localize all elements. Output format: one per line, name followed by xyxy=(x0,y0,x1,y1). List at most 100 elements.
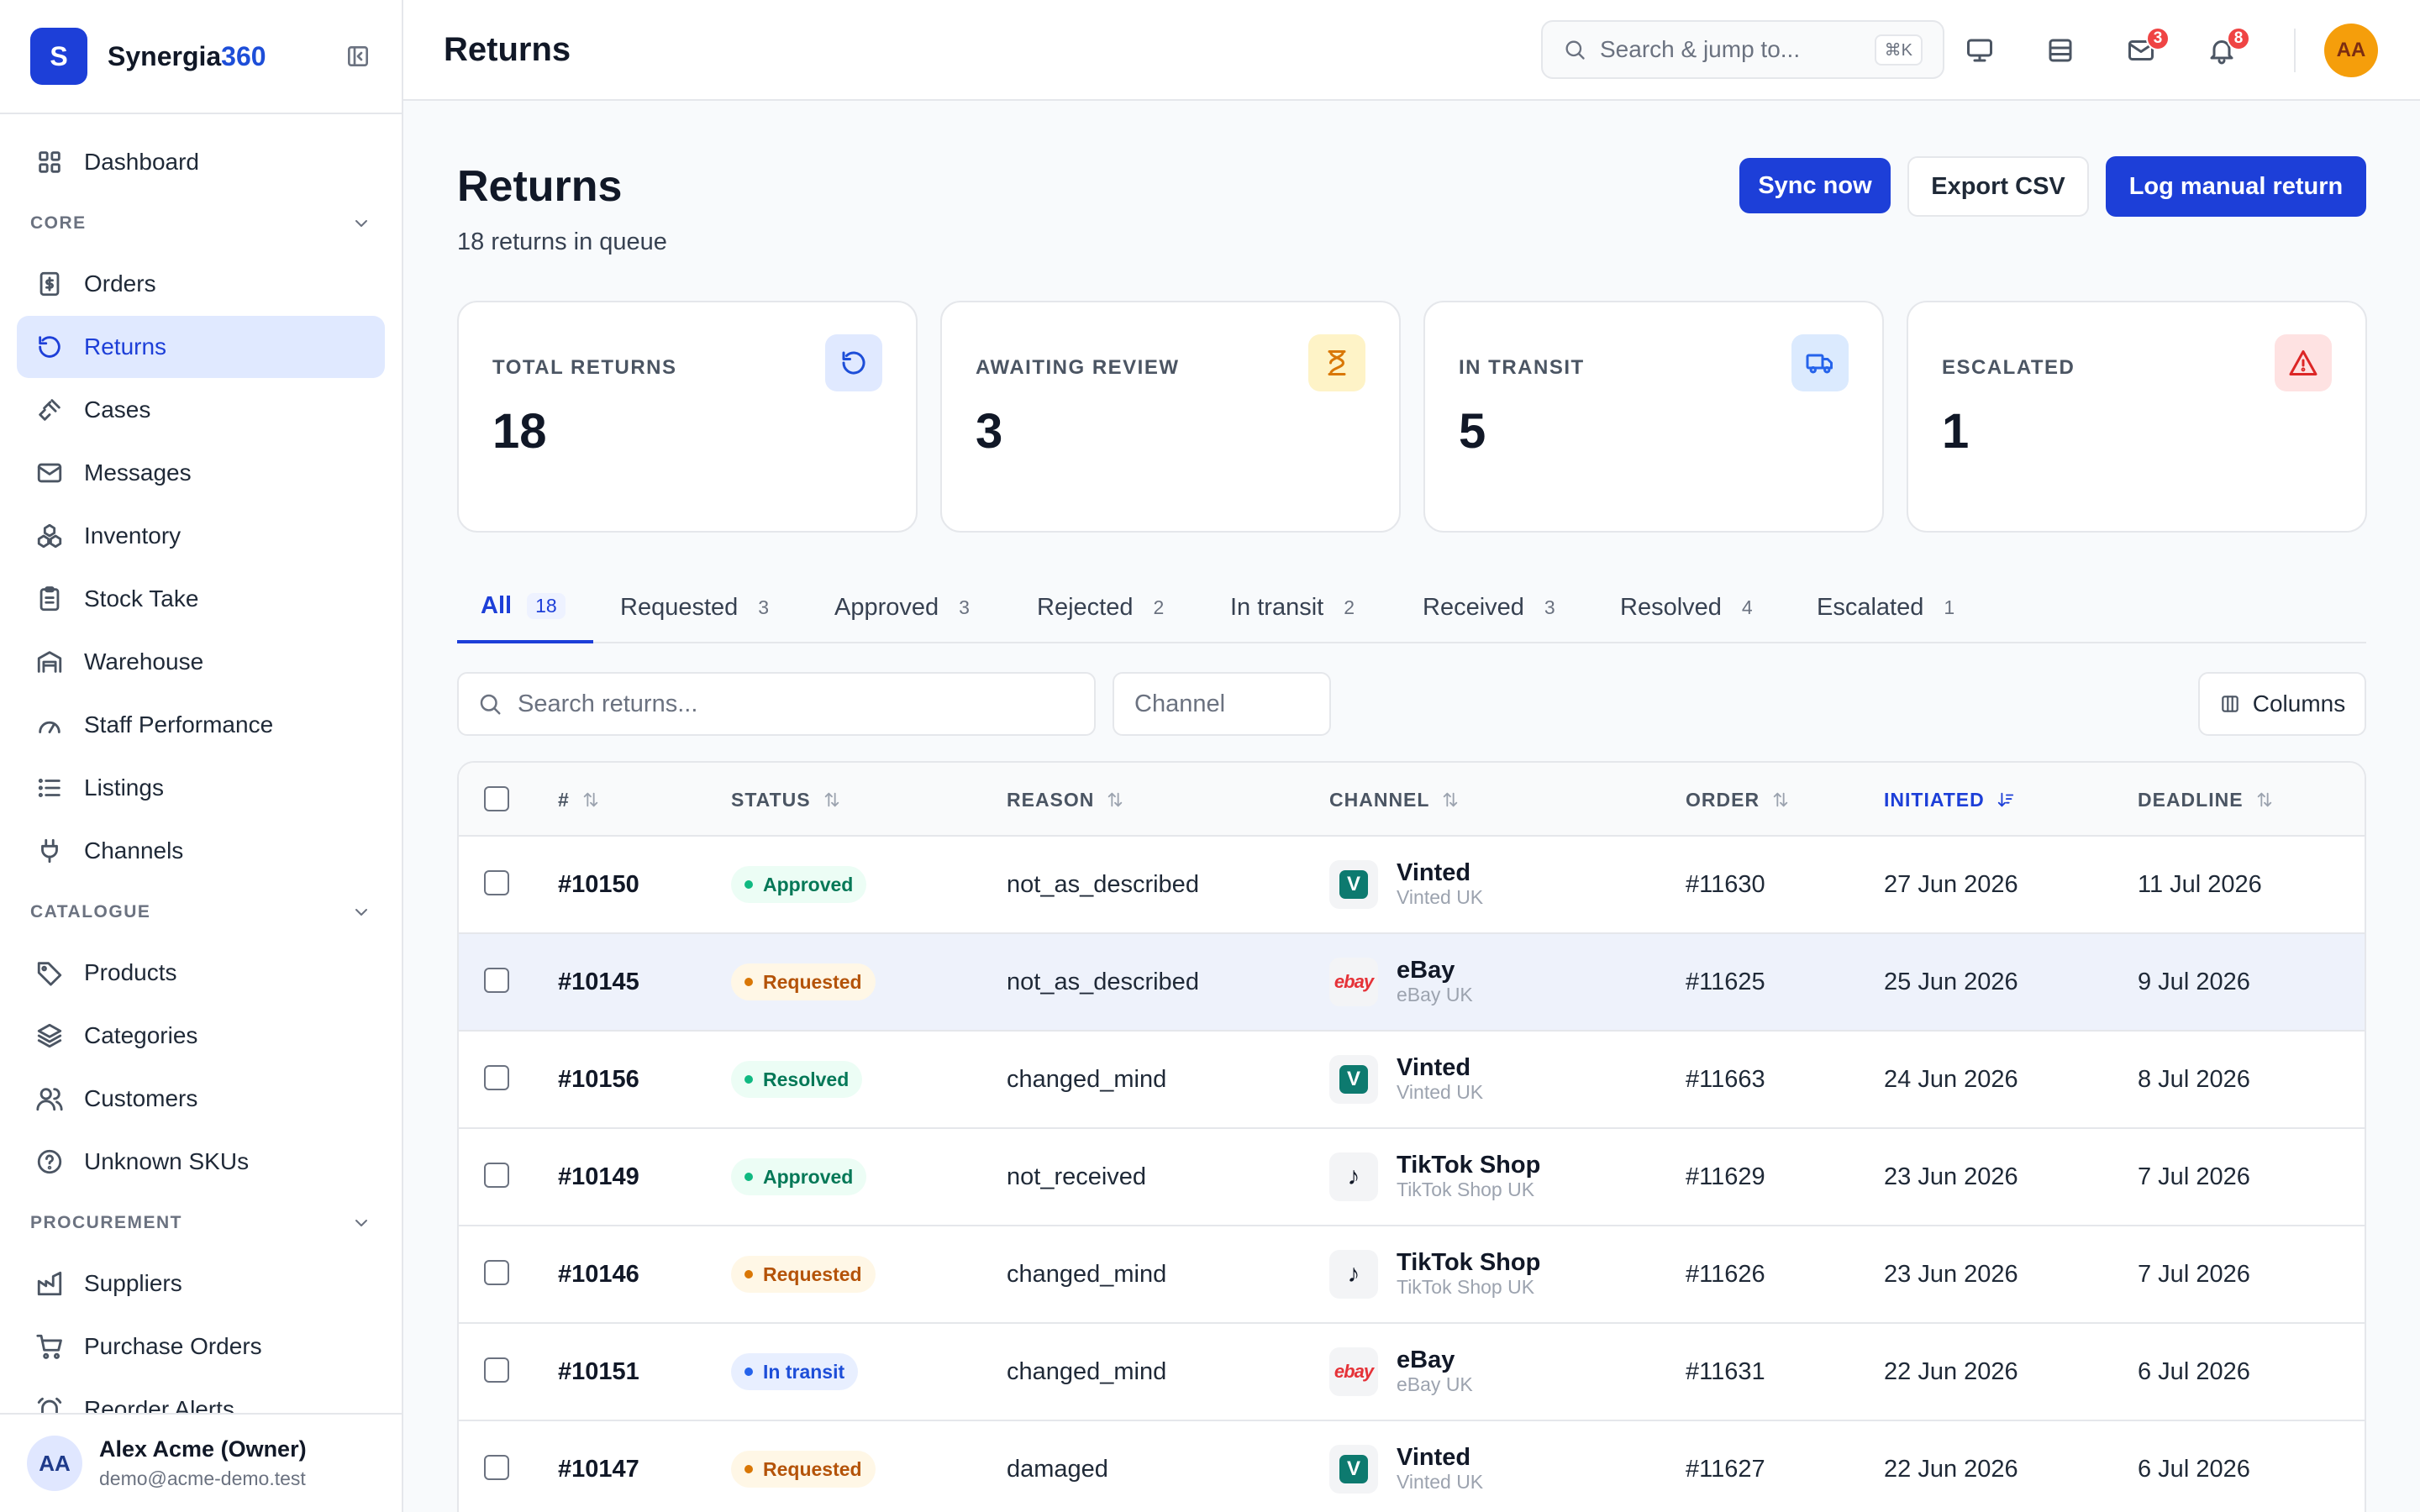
orders-icon xyxy=(39,271,60,297)
sidebar-item-label: Dashboard xyxy=(84,149,199,175)
sidebar-item-label: Returns xyxy=(84,333,167,360)
brand-logo[interactable]: S xyxy=(30,28,87,85)
sidebar-item-inventory[interactable]: Inventory xyxy=(17,505,385,567)
sidebar-section-core[interactable]: CORE xyxy=(17,194,385,253)
sidebar-item-messages[interactable]: Messages xyxy=(17,442,385,504)
sync-now-button[interactable]: Sync now xyxy=(1739,158,1891,213)
sidebar-item-purchase-orders[interactable]: Purchase Orders xyxy=(17,1315,385,1378)
column-header-reason[interactable]: REASON xyxy=(1007,763,1124,837)
row-checkbox[interactable] xyxy=(484,968,509,993)
avatar[interactable]: AA xyxy=(2324,24,2378,77)
row-checkbox[interactable] xyxy=(484,1260,509,1285)
tab-count: 3 xyxy=(959,596,970,618)
return-id[interactable]: #10150 xyxy=(558,837,639,932)
columns-button[interactable]: Columns xyxy=(2198,672,2366,736)
row-checkbox[interactable] xyxy=(484,1163,509,1188)
sidebar-item-staff-performance[interactable]: Staff Performance xyxy=(17,694,385,756)
table-row[interactable]: #10146 Requested changed_mind ♪ TikTok Shop T… xyxy=(459,1226,2365,1324)
return-id[interactable]: #10146 xyxy=(558,1226,639,1322)
column-header-order[interactable]: ORDER xyxy=(1686,763,1790,837)
status-label: Requested xyxy=(763,1263,862,1285)
order-id[interactable]: #11631 xyxy=(1686,1324,1765,1420)
user-profile[interactable]: AA Alex Acme (Owner) demo@acme-demo.test xyxy=(0,1413,402,1512)
return-id[interactable]: #10151 xyxy=(558,1324,639,1420)
bell-icon[interactable]: 8 xyxy=(2202,27,2250,71)
row-checkbox[interactable] xyxy=(484,1357,509,1383)
sidebar-item-returns[interactable]: Returns xyxy=(17,316,385,378)
sidebar-item-label: Channels xyxy=(84,837,184,864)
return-id[interactable]: #10149 xyxy=(558,1129,639,1225)
sidebar-item-orders[interactable]: Orders xyxy=(17,253,385,315)
order-id[interactable]: #11663 xyxy=(1686,1032,1765,1127)
tab-received[interactable]: Received 3 xyxy=(1423,571,1555,643)
sidebar-item-dashboard[interactable]: Dashboard xyxy=(17,131,385,193)
sidebar-section-procurement[interactable]: PROCUREMENT xyxy=(17,1194,385,1252)
sidebar-item-suppliers[interactable]: Suppliers xyxy=(17,1252,385,1315)
table-row[interactable]: #10147 Requested damaged V Vinted Vinted UK #1… xyxy=(459,1421,2365,1512)
sidebar-item-unknown-skus[interactable]: Unknown SKUs xyxy=(17,1131,385,1193)
divider xyxy=(2294,29,2296,72)
return-id[interactable]: #10147 xyxy=(558,1421,639,1512)
table-row[interactable]: #10156 Resolved changed_mind V Vinted Vinted … xyxy=(459,1032,2365,1129)
page-title-topbar: Returns xyxy=(444,30,571,68)
returns-search-input[interactable]: Search returns... xyxy=(457,672,1096,736)
order-id[interactable]: #11630 xyxy=(1686,837,1765,932)
column-header-id[interactable]: # xyxy=(558,763,600,837)
sidebar-section-catalogue[interactable]: CATALOGUE xyxy=(17,883,385,942)
order-id[interactable]: #11626 xyxy=(1686,1226,1765,1322)
tab-rejected[interactable]: Rejected 2 xyxy=(1037,571,1164,643)
inbox-icon[interactable]: 3 xyxy=(2121,27,2170,71)
channel-filter-select[interactable]: Channel xyxy=(1113,672,1331,736)
column-header-initiated[interactable]: INITIATED xyxy=(1884,763,2015,837)
log-manual-return-button[interactable]: Log manual return xyxy=(2106,156,2366,217)
sidebar-item-label: Products xyxy=(84,959,177,985)
column-header-status[interactable]: STATUS xyxy=(731,763,841,837)
select-all-checkbox[interactable] xyxy=(484,786,509,811)
sidebar-item-warehouse[interactable]: Warehouse xyxy=(17,631,385,693)
column-header-channel[interactable]: CHANNEL xyxy=(1329,763,1460,837)
table-row[interactable]: #10149 Approved not_received ♪ TikTok Shop Ti… xyxy=(459,1129,2365,1226)
status-cell: Approved xyxy=(731,837,867,932)
row-checkbox[interactable] xyxy=(484,1455,509,1480)
brand-name-main: Synergia xyxy=(108,40,222,71)
order-id[interactable]: #11627 xyxy=(1686,1421,1765,1512)
row-checkbox[interactable] xyxy=(484,870,509,895)
tab-requested[interactable]: Requested 3 xyxy=(620,571,769,643)
table-row[interactable]: #10145 Requested not_as_described ebay eBay e… xyxy=(459,934,2365,1032)
row-checkbox[interactable] xyxy=(484,1065,509,1090)
tab-all[interactable]: All 18 xyxy=(457,571,593,643)
dashboard-icon xyxy=(39,151,60,173)
table-row[interactable]: #10150 Approved not_as_described V Vinted Vin… xyxy=(459,837,2365,934)
sidebar-item-categories[interactable]: Categories xyxy=(17,1005,385,1067)
core-nav-list: Orders Returns Cases Messages Inventory Stock… xyxy=(17,253,385,882)
monitor-icon[interactable] xyxy=(1960,30,2000,71)
tab-in-transit[interactable]: In transit 2 xyxy=(1230,571,1355,643)
page-header: Returns 18 returns in queue Sync now Exp… xyxy=(457,101,2366,296)
status-badge: Approved xyxy=(731,866,867,903)
mail-icon xyxy=(37,463,62,483)
export-csv-button[interactable]: Export CSV xyxy=(1907,156,2089,217)
refresh-icon xyxy=(825,334,882,391)
sidebar-item-stock-take[interactable]: Stock Take xyxy=(17,568,385,630)
sidebar-item-cases[interactable]: Cases xyxy=(17,379,385,441)
brand-name[interactable]: Synergia360 xyxy=(108,41,266,72)
order-id[interactable]: #11629 xyxy=(1686,1129,1765,1225)
tab-approved[interactable]: Approved 3 xyxy=(834,571,970,643)
tab-resolved[interactable]: Resolved 4 xyxy=(1620,571,1753,643)
sidebar-item-channels[interactable]: Channels xyxy=(17,820,385,882)
layout-icon[interactable] xyxy=(2040,30,2081,71)
table-row[interactable]: #10151 In transit changed_mind ebay eBay eBay… xyxy=(459,1324,2365,1421)
sidebar-item-customers[interactable]: Customers xyxy=(17,1068,385,1130)
column-header-deadline[interactable]: DEADLINE xyxy=(2138,763,2274,837)
return-id[interactable]: #10156 xyxy=(558,1032,639,1127)
columns-label: Columns xyxy=(2252,690,2346,717)
sidebar-item-products[interactable]: Products xyxy=(17,942,385,1004)
return-id[interactable]: #10145 xyxy=(558,934,639,1030)
sidebar-item-listings[interactable]: Listings xyxy=(17,757,385,819)
collapse-sidebar-icon[interactable] xyxy=(345,43,371,70)
order-id[interactable]: #11625 xyxy=(1686,934,1765,1030)
ebay-logo-icon: ebay xyxy=(1334,1361,1374,1382)
global-search-input[interactable]: Search & jump to... ⌘K xyxy=(1541,20,1944,79)
stat-value: 5 xyxy=(1459,404,1486,459)
tab-escalated[interactable]: Escalated 1 xyxy=(1817,571,1954,643)
